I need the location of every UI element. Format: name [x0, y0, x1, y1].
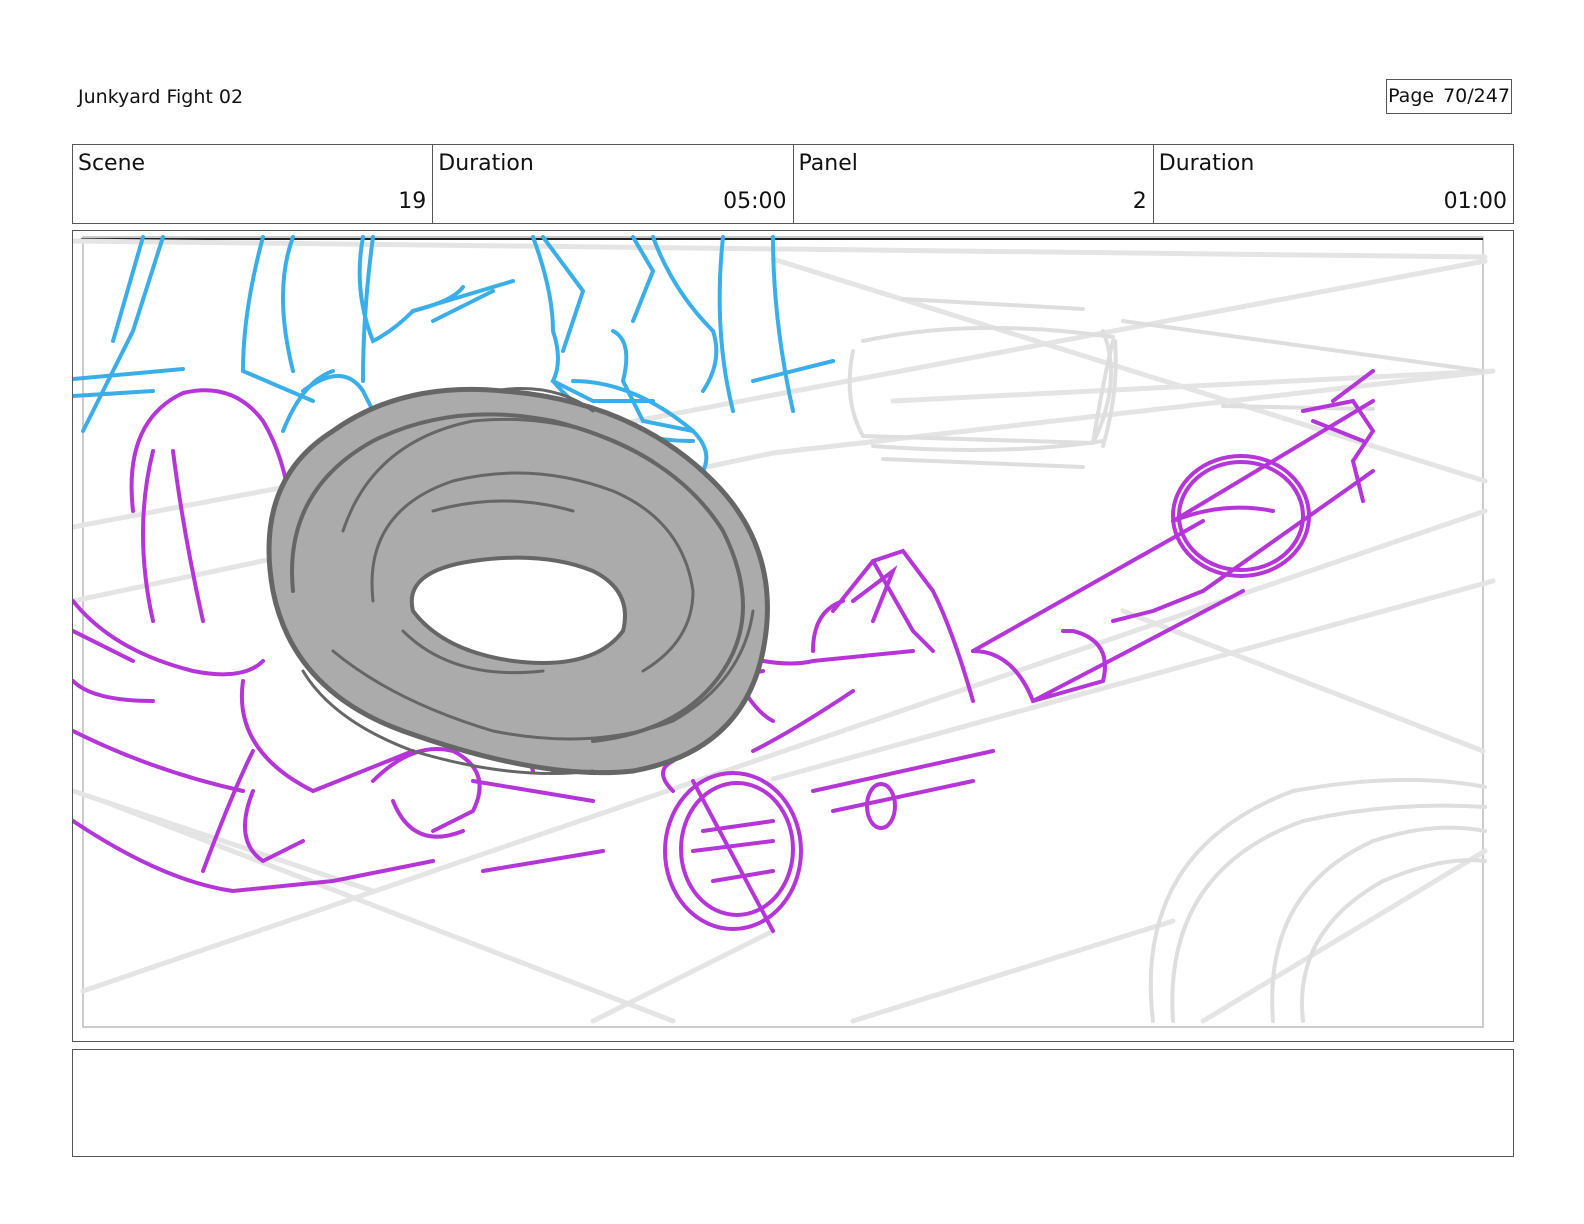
panel-duration-cell: Duration 01:00 [1154, 145, 1513, 223]
scene-duration-value: 05:00 [723, 189, 787, 214]
storyboard-panel [72, 230, 1514, 1042]
document-title: Junkyard Fight 02 [78, 86, 244, 108]
page-number: 70/247 [1443, 85, 1510, 107]
foreground-tire [266, 386, 770, 776]
page-label: Page [1388, 85, 1435, 107]
scene-duration-cell: Duration 05:00 [433, 145, 794, 223]
scene-number: 19 [398, 189, 427, 214]
notes-box [72, 1049, 1514, 1157]
scene-cell: Scene 19 [73, 145, 434, 223]
scene-duration-label: Duration [438, 151, 534, 176]
panel-duration-value: 01:00 [1443, 189, 1507, 214]
background-tire [1148, 777, 1487, 1023]
panel-label: Panel [798, 151, 858, 176]
magenta-ring [1171, 454, 1311, 578]
panel-number: 2 [1132, 189, 1147, 214]
panel-sketch [73, 235, 1496, 1028]
scene-label: Scene [78, 151, 146, 176]
magenta-small-wheel [661, 759, 897, 933]
page-indicator: Page 70/247 [1386, 79, 1512, 114]
panel-info-table: Scene 19 Duration 05:00 Panel 2 Duration… [72, 144, 1514, 224]
panel-cell: Panel 2 [794, 145, 1154, 223]
panel-duration-label: Duration [1158, 151, 1255, 176]
